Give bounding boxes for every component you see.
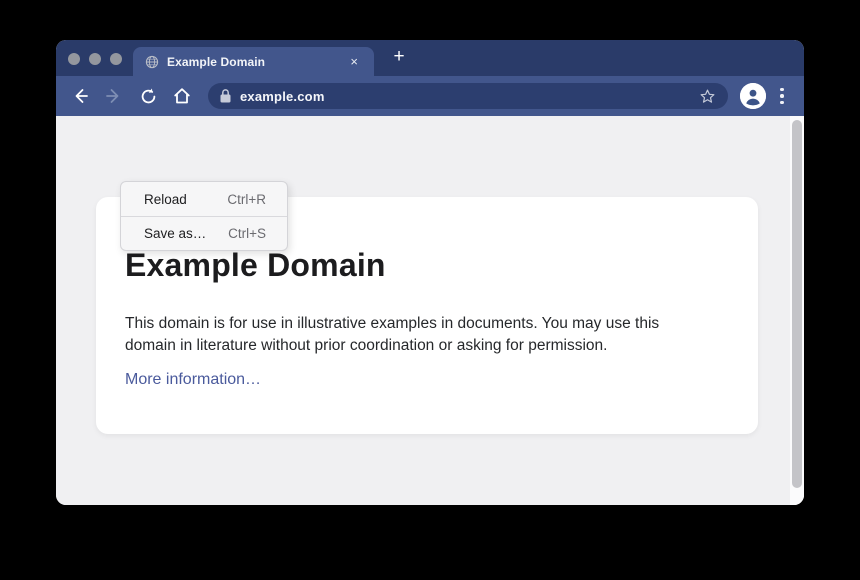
menu-item-shortcut: Ctrl+S (228, 226, 266, 241)
forward-arrow-icon (104, 86, 124, 106)
tab-example-domain[interactable]: Example Domain × (133, 47, 374, 76)
context-menu-item-reload[interactable]: Reload Ctrl+R (121, 182, 287, 216)
globe-favicon-icon (145, 55, 159, 69)
kebab-dot (780, 101, 784, 105)
menu-item-label: Reload (144, 192, 187, 207)
user-avatar-icon (740, 83, 766, 109)
secure-lock-icon[interactable] (220, 89, 231, 103)
reload-icon (139, 87, 158, 106)
back-arrow-icon (70, 86, 90, 106)
scrollbar-thumb[interactable] (792, 120, 802, 488)
profile-avatar-button[interactable] (740, 83, 766, 109)
bookmark-star-icon[interactable] (697, 86, 718, 107)
page-title: Example Domain (125, 247, 728, 284)
context-menu-item-save-as[interactable]: Save as… Ctrl+S (121, 216, 287, 250)
menu-item-label: Save as… (144, 226, 206, 241)
reload-button[interactable] (134, 82, 162, 110)
home-button[interactable] (168, 82, 196, 110)
browser-menu-button[interactable] (772, 83, 792, 109)
browser-toolbar: example.com (56, 76, 804, 116)
more-information-link[interactable]: More information… (125, 371, 261, 389)
context-menu: Reload Ctrl+R Save as… Ctrl+S (120, 181, 288, 251)
menu-item-shortcut: Ctrl+R (227, 192, 266, 207)
back-button[interactable] (66, 82, 94, 110)
page-paragraph: This domain is for use in illustrative e… (125, 313, 713, 357)
browser-window: Example Domain × + (56, 40, 804, 505)
window-controls (68, 53, 122, 65)
page-viewport: Example Domain This domain is for use in… (56, 116, 804, 505)
home-icon (172, 86, 192, 106)
kebab-dot (780, 94, 784, 98)
tab-close-icon[interactable]: × (346, 53, 362, 70)
forward-button[interactable] (100, 82, 128, 110)
scrollbar-track[interactable] (790, 116, 804, 505)
zoom-window-button[interactable] (110, 53, 122, 65)
tab-title: Example Domain (167, 55, 346, 69)
tab-strip: Example Domain × + (56, 40, 804, 76)
close-window-button[interactable] (68, 53, 80, 65)
minimize-window-button[interactable] (89, 53, 101, 65)
address-bar[interactable]: example.com (208, 83, 728, 109)
new-tab-button[interactable]: + (382, 40, 416, 74)
kebab-dot (780, 88, 784, 92)
url-text: example.com (240, 89, 697, 104)
